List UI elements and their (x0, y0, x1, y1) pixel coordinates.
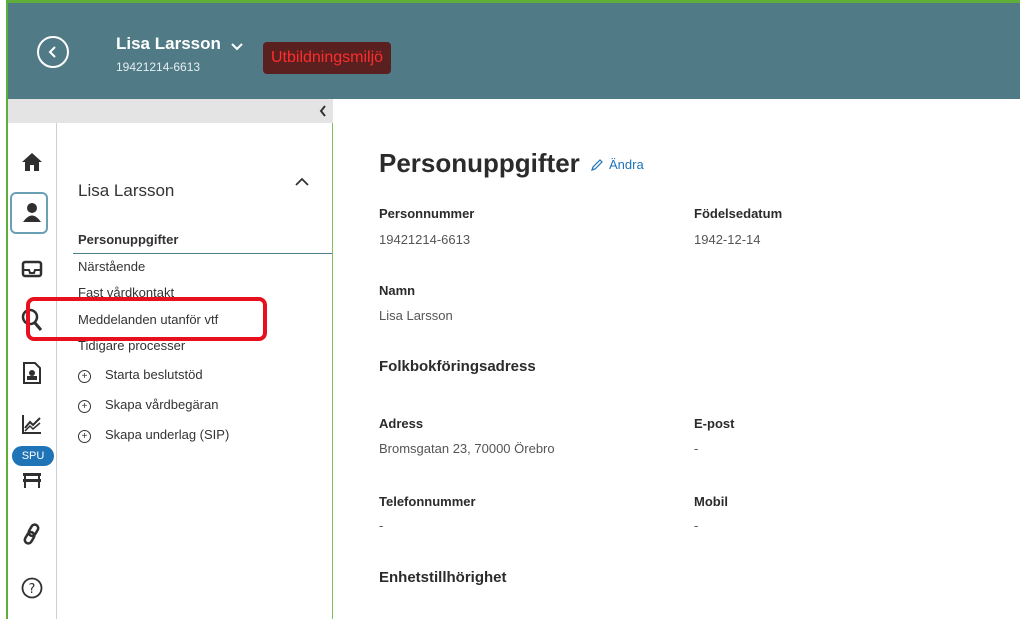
action-starta-beslutstod[interactable]: + Starta beslutstöd (78, 367, 203, 383)
patient-icon[interactable] (8, 201, 56, 228)
chevron-down-icon[interactable] (231, 43, 243, 51)
patient-personnummer: 19421214-6613 (116, 60, 201, 74)
icon-rail: SPU ? (8, 123, 57, 619)
action-skapa-vardbegaran[interactable]: + Skapa vårdbegäran (78, 397, 218, 413)
link-icon[interactable] (8, 523, 56, 550)
spu-bed-icon[interactable] (8, 471, 56, 494)
page-title: Personuppgifter (379, 148, 580, 178)
label-namn: Namn (379, 283, 416, 298)
label-personnummer: Personnummer (379, 206, 475, 221)
svg-text:?: ? (29, 582, 36, 597)
chevron-left-icon[interactable] (319, 105, 327, 117)
patient-header: Lisa Larsson 19421214-6613 Utbildningsmi… (8, 3, 1020, 99)
value-mobil: - (694, 518, 699, 533)
chevron-up-icon[interactable] (294, 176, 310, 186)
value-telefonnummer: - (379, 518, 384, 533)
value-adress: Bromsgatan 23, 70000 Örebro (379, 441, 555, 456)
patient-nav-panel: Lisa Larsson Personuppgifter Närstående … (57, 123, 333, 619)
label-mobil: Mobil (694, 494, 728, 509)
label-telefonnummer: Telefonnummer (379, 494, 476, 509)
section-enhetstillhorighet: Enhetstillhörighet (379, 569, 507, 586)
chevron-left-icon (48, 46, 56, 58)
label-epost: E-post (694, 416, 735, 431)
action-label: Skapa vårdbegäran (105, 397, 219, 412)
section-folkbokforingsadress: Folkbokföringsadress (379, 358, 536, 375)
plus-circle-icon: + (78, 370, 91, 383)
nav-patient-name: Lisa Larsson (78, 181, 175, 200)
plus-circle-icon: + (78, 400, 91, 413)
document-icon[interactable] (8, 361, 56, 390)
action-label: Skapa underlag (SIP) (105, 427, 230, 442)
nav-item-personuppgifter[interactable]: Personuppgifter (78, 232, 178, 247)
nav-active-underline (73, 253, 332, 254)
chart-icon[interactable] (8, 413, 56, 440)
sidebar-collapse-bar[interactable] (8, 99, 333, 123)
value-fodelsedatum: 1942-12-14 (694, 232, 761, 247)
environment-badge: Utbildningsmiljö (263, 42, 392, 74)
spu-badge: SPU (12, 446, 54, 466)
edit-label: Ändra (609, 157, 644, 172)
plus-circle-icon: + (78, 430, 91, 443)
action-label: Starta beslutstöd (105, 367, 203, 382)
label-fodelsedatum: Födelsedatum (694, 206, 783, 221)
nav-item-narstaende[interactable]: Närstående (78, 259, 145, 274)
value-personnummer: 19421214-6613 (379, 232, 471, 247)
home-icon[interactable] (8, 151, 56, 178)
back-button[interactable] (37, 36, 69, 68)
value-namn: Lisa Larsson (379, 308, 453, 323)
help-icon[interactable]: ? (8, 577, 56, 604)
annotation-highlight-box (26, 297, 267, 341)
label-adress: Adress (379, 416, 424, 431)
edit-link[interactable]: Ändra (591, 157, 644, 172)
patient-name[interactable]: Lisa Larsson (116, 34, 221, 54)
value-epost: - (694, 441, 699, 456)
pencil-icon (591, 159, 603, 171)
inbox-icon[interactable] (8, 259, 56, 284)
action-skapa-underlag-sip[interactable]: + Skapa underlag (SIP) (78, 427, 229, 443)
